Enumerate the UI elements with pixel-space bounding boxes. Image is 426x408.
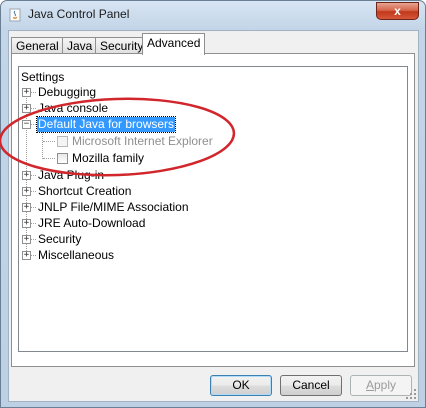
tree-connector	[43, 158, 55, 159]
cancel-button[interactable]: Cancel	[280, 375, 342, 396]
tree-item-mozilla-family[interactable]: Mozilla family	[71, 151, 145, 166]
ok-button[interactable]: OK	[210, 375, 272, 396]
apply-button[interactable]: Apply	[350, 375, 412, 396]
collapse-icon[interactable]: −	[22, 120, 31, 129]
resize-grip-icon[interactable]	[406, 389, 416, 399]
apply-mnemonic: A	[365, 378, 374, 392]
tab-security[interactable]: Security	[95, 37, 149, 54]
tab-general[interactable]: General	[11, 37, 64, 54]
expand-icon[interactable]: +	[22, 203, 31, 212]
close-icon: x	[394, 4, 401, 18]
java-cup-icon	[9, 8, 21, 22]
tree-item-default-java-for-browsers[interactable]: Default Java for browsers	[35, 116, 177, 133]
java-control-panel-window: Java Control Panel x General Java Securi…	[0, 0, 426, 408]
expand-icon[interactable]: +	[22, 235, 31, 244]
expand-icon[interactable]: +	[22, 187, 31, 196]
tree-item-shortcut-creation[interactable]: Shortcut Creation	[37, 184, 132, 199]
tree-item-jnlp-file-mime-association[interactable]: JNLP File/MIME Association	[37, 200, 190, 215]
tree-item-java-plug-in[interactable]: Java Plug-in	[37, 168, 105, 183]
expand-icon[interactable]: +	[22, 171, 31, 180]
tree-item-jre-auto-download[interactable]: JRE Auto-Download	[37, 216, 146, 231]
tree-item-miscellaneous[interactable]: Miscellaneous	[37, 248, 115, 263]
dialog-client-area: General Java Security Advanced Settings	[8, 30, 419, 402]
expand-icon[interactable]: +	[22, 219, 31, 228]
ie-checkbox[interactable]	[57, 136, 68, 147]
apply-label-rest: pply	[374, 378, 397, 392]
settings-tree[interactable]: Settings + Debugging + Java console − De…	[18, 66, 408, 352]
window-title: Java Control Panel	[28, 7, 130, 21]
tab-java[interactable]: Java	[62, 37, 98, 54]
advanced-tab-panel: Settings + Debugging + Java console − De…	[11, 53, 415, 367]
mozilla-checkbox[interactable]	[57, 153, 68, 164]
tree-connector	[43, 141, 55, 142]
tree-item-microsoft-internet-explorer: Microsoft Internet Explorer	[72, 134, 213, 148]
close-button[interactable]: x	[376, 2, 419, 20]
title-bar[interactable]: Java Control Panel x	[1, 1, 425, 29]
tree-item-security[interactable]: Security	[37, 232, 82, 247]
tab-advanced[interactable]: Advanced	[142, 33, 206, 55]
tree-item-debugging[interactable]: Debugging	[37, 85, 97, 100]
expand-icon[interactable]: +	[22, 104, 31, 113]
expand-icon[interactable]: +	[22, 251, 31, 260]
tree-item-java-console[interactable]: Java console	[37, 101, 109, 116]
tree-root-settings: Settings	[21, 70, 65, 84]
expand-icon[interactable]: +	[22, 88, 31, 97]
